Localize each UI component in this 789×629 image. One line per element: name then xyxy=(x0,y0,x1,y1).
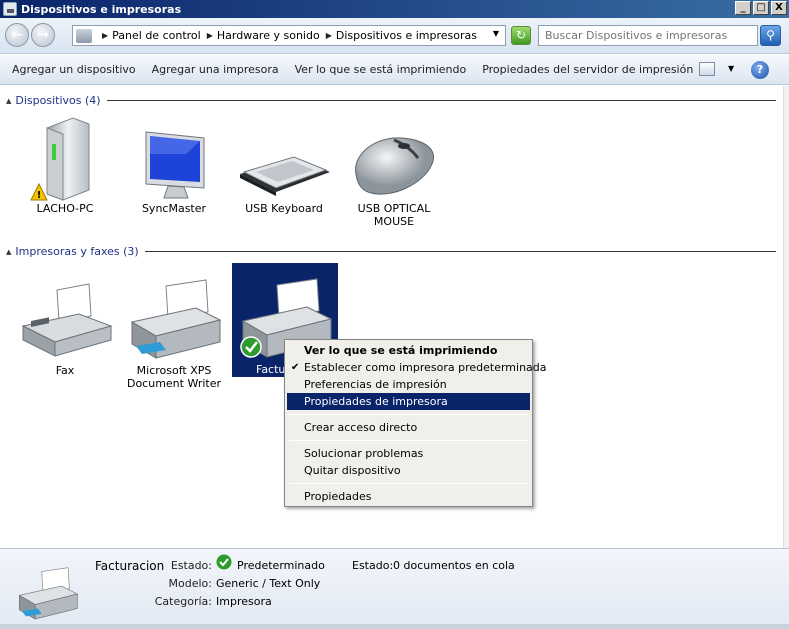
computer-tower-icon: ! xyxy=(17,114,113,202)
device-microsoft-xps-document-writer[interactable]: Microsoft XPS Document Writer xyxy=(121,276,227,390)
refresh-button[interactable]: ↻ xyxy=(511,26,531,45)
breadcrumb-arrow-icon[interactable]: ▶ xyxy=(326,31,332,40)
menu-item-quitar-dispositivo[interactable]: Quitar dispositivo xyxy=(287,462,530,479)
device-label: SyncMaster xyxy=(141,202,207,215)
command-bar: Agregar un dispositivo Agregar una impre… xyxy=(0,55,789,85)
menu-item-establecer-predeterminada[interactable]: ✔ Establecer como impresora predetermina… xyxy=(287,359,547,376)
address-dropdown-icon[interactable]: ▼ xyxy=(493,29,499,38)
details-categoria-label: Categoría: xyxy=(154,595,212,608)
see-whats-printing-button[interactable]: Ver lo que se está imprimiendo xyxy=(287,63,475,76)
printer-icon xyxy=(14,565,80,623)
details-pane: Facturacion Estado: Predeterminado Estad… xyxy=(0,548,789,629)
menu-item-crear-acceso-directo[interactable]: Crear acceso directo xyxy=(287,419,530,436)
details-estado-value: Predeterminado xyxy=(237,559,325,572)
address-toolbar: ← → ▶ Panel de control ▶ Hardware y sonido… xyxy=(0,18,789,54)
forward-button[interactable]: → xyxy=(31,23,55,47)
collapse-triangle-icon[interactable]: ▲ xyxy=(6,248,11,256)
minimize-button[interactable]: _ xyxy=(735,1,751,15)
breadcrumb-hardware-y-sonido[interactable]: Hardware y sonido xyxy=(217,29,320,42)
taskbar-edge xyxy=(0,624,789,629)
menu-item-propiedades-de-impresora[interactable]: Propiedades de impresora xyxy=(287,393,530,410)
details-estado-label: Estado: xyxy=(170,559,212,572)
menu-separator xyxy=(289,440,528,441)
menu-separator xyxy=(289,414,528,415)
add-printer-button[interactable]: Agregar una impresora xyxy=(144,63,287,76)
device-syncmaster[interactable]: SyncMaster xyxy=(121,114,227,215)
group-title: Impresoras y faxes (3) xyxy=(15,245,139,258)
menu-item-label: Establecer como impresora predeterminada xyxy=(304,361,547,374)
address-bar[interactable]: ▶ Panel de control ▶ Hardware y sonido ▶ Di… xyxy=(72,25,506,46)
fax-icon xyxy=(17,276,113,364)
breadcrumb-panel-de-control[interactable]: Panel de control xyxy=(112,29,201,42)
group-divider xyxy=(144,251,776,252)
view-dropdown-icon[interactable]: ▼ xyxy=(728,64,734,73)
device-lacho-pc[interactable]: ! LACHO-PC xyxy=(12,114,118,215)
print-server-properties-button[interactable]: Propiedades del servidor de impresión xyxy=(474,63,701,76)
breadcrumb-arrow-icon[interactable]: ▶ xyxy=(207,31,213,40)
printer-app-icon xyxy=(3,2,17,16)
monitor-icon xyxy=(126,114,222,202)
collapse-triangle-icon[interactable]: ▲ xyxy=(6,97,11,105)
help-button[interactable]: ? xyxy=(751,61,769,79)
search-input[interactable] xyxy=(538,25,758,46)
details-categoria-value: Impresora xyxy=(216,595,272,608)
device-label: USB OPTICAL MOUSE xyxy=(357,202,431,228)
back-button[interactable]: ← xyxy=(5,23,29,47)
maximize-button[interactable]: □ xyxy=(753,1,769,15)
details-device-name: Facturacion xyxy=(95,559,165,573)
menu-item-preferencias-de-impresion[interactable]: Preferencias de impresión xyxy=(287,376,530,393)
group-header-printers[interactable]: ▲ Impresoras y faxes (3) xyxy=(6,245,776,258)
device-usb-optical-mouse[interactable]: USB OPTICAL MOUSE xyxy=(341,114,447,228)
device-usb-keyboard[interactable]: USB Keyboard xyxy=(231,114,337,215)
printer-icon xyxy=(126,276,222,364)
details-modelo-label: Modelo: xyxy=(168,577,212,590)
search-button[interactable]: ⚲ xyxy=(760,25,781,46)
svg-text:!: ! xyxy=(37,190,42,201)
menu-item-ver-lo-que-se-esta-imprimiendo[interactable]: Ver lo que se está imprimiendo xyxy=(287,342,530,359)
add-device-button[interactable]: Agregar un dispositivo xyxy=(0,63,144,76)
menu-separator xyxy=(289,483,528,484)
checkmark-icon: ✔ xyxy=(291,362,300,373)
details-estado2-label: Estado: xyxy=(352,559,394,572)
device-label: LACHO-PC xyxy=(36,202,94,215)
keyboard-icon xyxy=(236,114,332,202)
menu-item-solucionar-problemas[interactable]: Solucionar problemas xyxy=(287,445,530,462)
control-panel-icon xyxy=(76,28,92,43)
device-label: USB Keyboard xyxy=(245,202,323,215)
context-menu: Ver lo que se está imprimiendo ✔ Estable… xyxy=(284,339,547,507)
breadcrumb-arrow-icon[interactable]: ▶ xyxy=(102,31,108,40)
close-button[interactable]: X xyxy=(771,1,787,15)
details-estado2-value: 0 documentos en cola xyxy=(393,559,515,572)
window-title: Dispositivos e impresoras xyxy=(21,2,182,16)
default-check-icon xyxy=(216,554,232,570)
device-label: Microsoft XPS Document Writer xyxy=(126,364,222,390)
vertical-scrollbar[interactable] xyxy=(783,86,789,548)
group-header-devices[interactable]: ▲ Dispositivos (4) xyxy=(6,94,776,107)
title-bar: Dispositivos e impresoras _ □ X xyxy=(0,0,789,18)
mouse-icon xyxy=(346,114,442,202)
device-fax[interactable]: Fax xyxy=(12,276,118,377)
details-modelo-value: Generic / Text Only xyxy=(216,577,321,590)
window-controls: _ □ X xyxy=(735,1,787,15)
breadcrumb-dispositivos-e-impresoras[interactable]: Dispositivos e impresoras xyxy=(336,29,477,42)
group-title: Dispositivos (4) xyxy=(15,94,101,107)
menu-item-propiedades[interactable]: Propiedades xyxy=(287,488,530,505)
change-view-icon[interactable] xyxy=(699,62,715,76)
group-divider xyxy=(106,100,776,101)
device-label: Fax xyxy=(55,364,75,377)
